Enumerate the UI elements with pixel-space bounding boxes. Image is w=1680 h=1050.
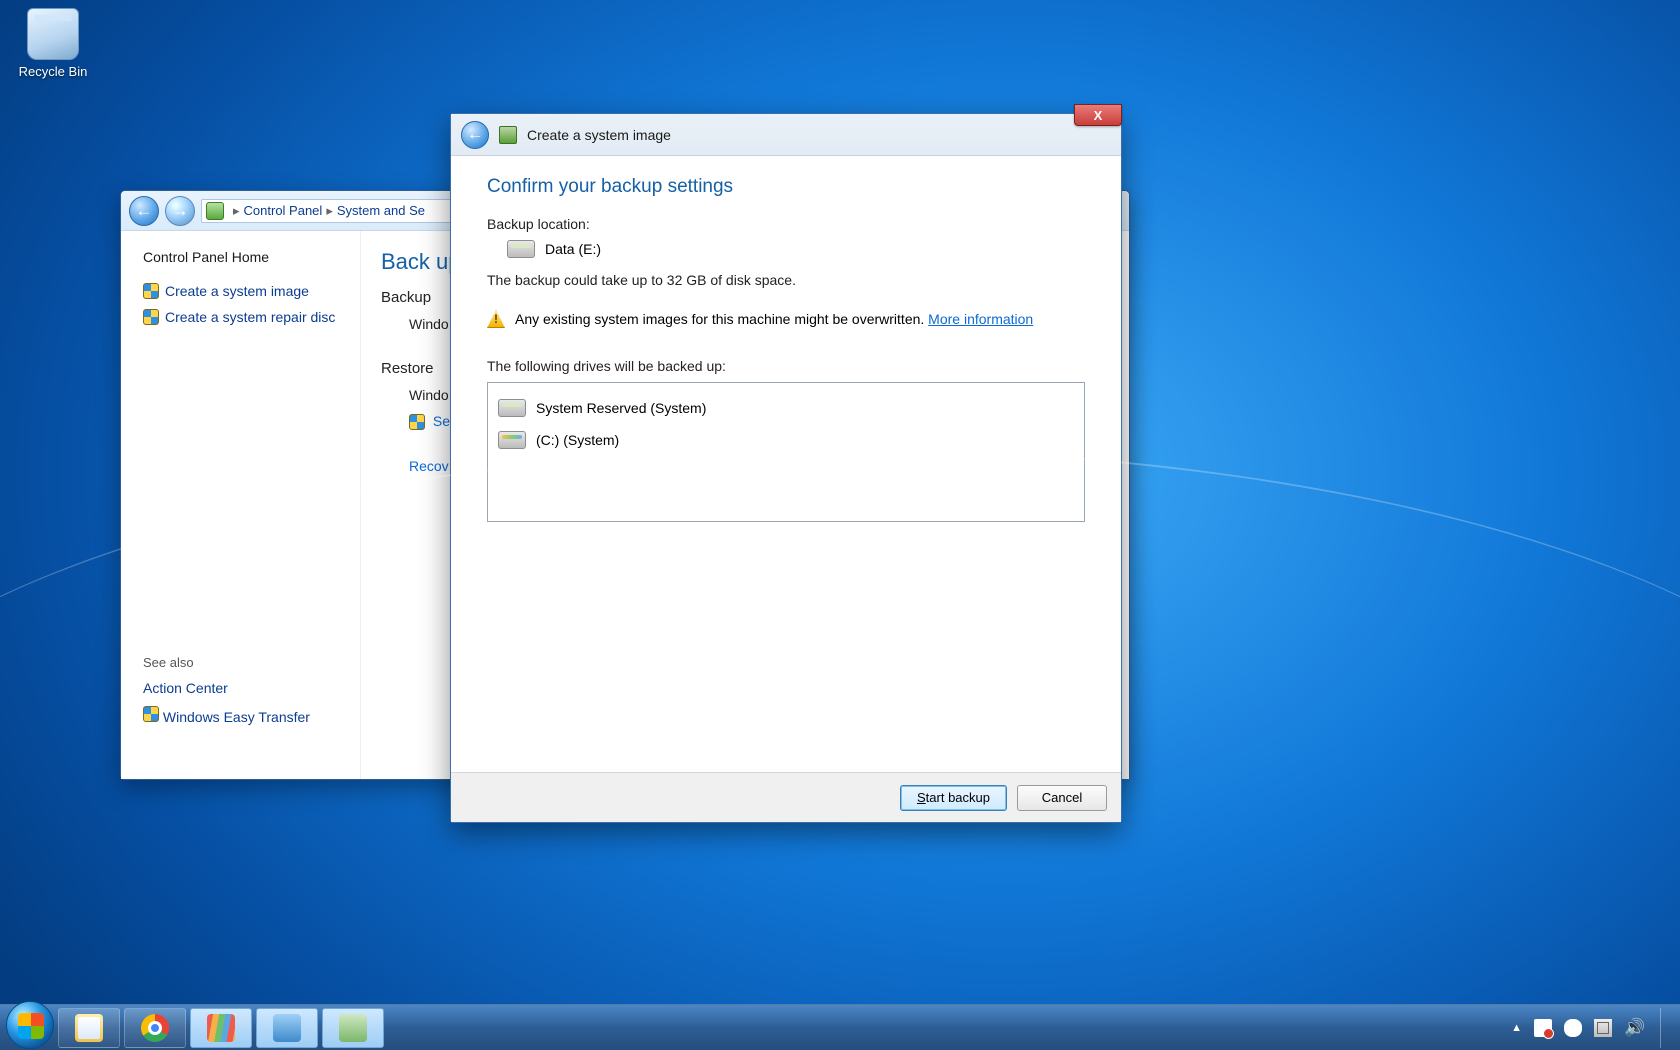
wizard-titlebar[interactable]: ← Create a system image X: [451, 114, 1121, 156]
system-tray[interactable]: ▲ 🔊: [1511, 1008, 1674, 1048]
wizard-footer: Start backup Cancel: [451, 772, 1121, 822]
taskbar-file-explorer[interactable]: [58, 1008, 120, 1048]
control-panel-sidebar: Control Panel Home Create a system image…: [121, 231, 361, 779]
sidebar-create-system-image[interactable]: Create a system image: [143, 283, 356, 299]
recycle-bin[interactable]: Recycle Bin: [12, 8, 94, 79]
recycle-bin-icon: [27, 8, 79, 60]
wizard-app-icon: [499, 126, 517, 144]
desktop[interactable]: Recycle Bin ← → ▸ Control Panel ▸ System…: [0, 0, 1680, 1050]
onedrive-icon[interactable]: [1564, 1019, 1582, 1037]
wizard-warning: Any existing system images for this mach…: [487, 310, 1085, 328]
system-drive-icon: [498, 431, 526, 449]
nav-forward-button[interactable]: →: [165, 196, 195, 226]
taskbar-backup-wizard[interactable]: [322, 1008, 384, 1048]
taskbar-control-panel[interactable]: [256, 1008, 318, 1048]
control-panel-icon: [206, 202, 224, 220]
show-desktop-button[interactable]: [1660, 1008, 1670, 1048]
action-center-icon[interactable]: [1534, 1019, 1552, 1037]
wizard-title: Create a system image: [527, 127, 671, 143]
file-explorer-icon: [75, 1014, 103, 1042]
close-button[interactable]: X: [1074, 104, 1122, 126]
shield-icon: [409, 414, 425, 430]
recycle-bin-label: Recycle Bin: [12, 64, 94, 79]
taskbar[interactable]: ▲ 🔊: [0, 1004, 1680, 1050]
drive-icon: [498, 399, 526, 417]
see-also-heading: See also: [143, 655, 356, 670]
volume-icon[interactable]: 🔊: [1624, 1019, 1642, 1037]
shield-icon: [143, 309, 159, 325]
shield-icon: [143, 283, 159, 299]
drives-listbox[interactable]: System Reserved (System) (C:) (System): [487, 382, 1085, 522]
backup-location-value-row: Data (E:): [507, 240, 1085, 258]
control-panel-icon: [273, 1014, 301, 1042]
more-information-link[interactable]: More information: [928, 311, 1033, 327]
control-panel-home-link[interactable]: Control Panel Home: [143, 249, 356, 265]
backup-location-value: Data (E:): [545, 241, 601, 257]
backup-size-note: The backup could take up to 32 GB of dis…: [487, 272, 1085, 288]
start-button[interactable]: [6, 1001, 54, 1049]
backup-location-label: Backup location:: [487, 216, 1085, 232]
wizard-body: Confirm your backup settings Backup loca…: [451, 156, 1121, 522]
backup-app-icon: [339, 1014, 367, 1042]
cancel-button[interactable]: Cancel: [1017, 785, 1107, 811]
shield-icon: [143, 706, 159, 722]
chrome-icon: [141, 1014, 169, 1042]
see-also-easy-transfer[interactable]: Windows Easy Transfer: [143, 706, 356, 725]
breadcrumb-root[interactable]: Control Panel: [244, 203, 323, 218]
breadcrumb-section[interactable]: System and Se: [337, 203, 425, 218]
wizard-back-button[interactable]: ←: [461, 121, 489, 149]
network-icon[interactable]: [1594, 1019, 1612, 1037]
list-item: (C:) (System): [498, 431, 1074, 449]
wizard-heading: Confirm your backup settings: [487, 176, 1085, 198]
sidebar-create-repair-disc[interactable]: Create a system repair disc: [143, 309, 356, 325]
system-image-wizard-window[interactable]: ← Create a system image X Confirm your b…: [450, 113, 1122, 823]
list-item: System Reserved (System): [498, 399, 1074, 417]
taskbar-app-stripes[interactable]: [190, 1008, 252, 1048]
taskbar-chrome[interactable]: [124, 1008, 186, 1048]
drives-to-backup-label: The following drives will be backed up:: [487, 358, 1085, 374]
see-also-action-center[interactable]: Action Center: [143, 680, 356, 696]
nav-back-button[interactable]: ←: [129, 196, 159, 226]
drive-icon: [507, 240, 535, 258]
warning-text: Any existing system images for this mach…: [515, 311, 928, 327]
warning-icon: [487, 310, 505, 328]
start-backup-button[interactable]: Start backup: [900, 785, 1007, 811]
stripes-app-icon: [207, 1014, 235, 1042]
show-hidden-icons[interactable]: ▲: [1511, 1022, 1522, 1034]
